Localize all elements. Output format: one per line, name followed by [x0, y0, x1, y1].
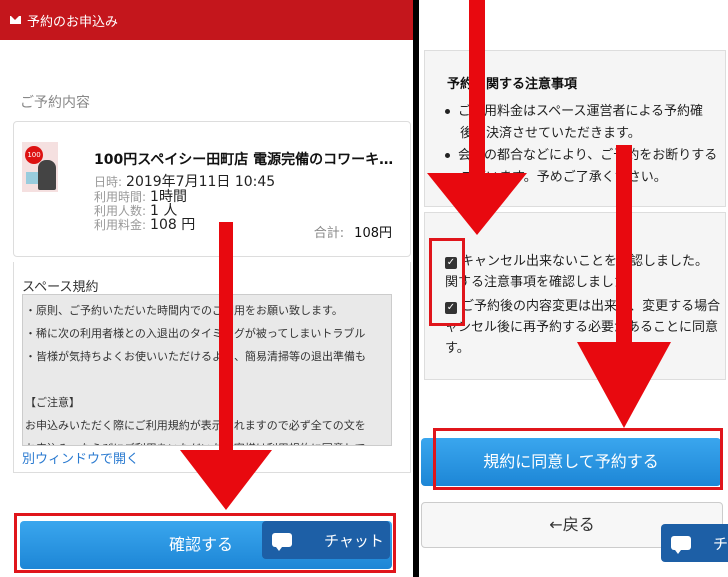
space-thumbnail[interactable]: 100 — [22, 142, 58, 192]
chat-bubble-icon — [671, 536, 691, 554]
agree-change-label: ご予約後の内容変更は出来ず、変更する場合 — [461, 299, 721, 314]
agree-cancel-label: キャンセル出来ないことを確認しました。 — [461, 254, 709, 269]
envelope-icon — [10, 16, 21, 24]
chat-button[interactable]: チ — [661, 524, 728, 562]
fee-label: 利用料金: — [94, 218, 147, 232]
open-new-window-link[interactable]: 別ウィンドウで開く — [22, 448, 139, 467]
reservation-card: 100 100円スペイシー田町店 電源完備のコワーキ… 日時: 2019年7月11… — [13, 121, 411, 257]
annotation-arrow-head — [427, 173, 527, 235]
thumbnail-person — [38, 160, 56, 190]
space-rules-section: スペース規約 ・原則、ご予約いただいた時間内でのご利用をお願い致します。 ・稀に… — [13, 262, 411, 473]
agreement-section: ✓ キャンセル出来ないことを確認しました。 関する注意事項を確認しました。 ✓ … — [424, 212, 726, 380]
left-screen: 予約のお申込み ご予約内容 100 100円スペイシー田町店 電源完備のコワーキ… — [0, 0, 413, 577]
annotation-box-reserve — [433, 428, 723, 490]
total-row: 合計: 108円 — [314, 222, 392, 241]
annotation-box-checkboxes — [429, 238, 465, 326]
agree-cancel-label-cont: 関する注意事項を確認しました。 — [445, 275, 641, 290]
header-bar: 予約のお申込み — [0, 0, 413, 40]
bullet-icon — [445, 153, 450, 158]
rules-line: お申込み、ならびにご利用をいただいたお客様は利用規約に同意して — [25, 437, 391, 445]
note-text: ご利用料金はスペース運営者による予約確 — [458, 104, 704, 119]
rules-line: ・原則、ご予約いただいた時間内でのご利用をお願い致します。 — [25, 304, 343, 317]
total-label: 合計: — [313, 226, 345, 241]
rules-line: ・稀に次の利用者様との入退出のタイミングが被ってしまいトラブル — [25, 327, 366, 340]
rules-line: 【ご注意】 — [25, 396, 80, 409]
annotation-box-confirm — [14, 513, 396, 573]
bullet-icon — [445, 109, 450, 114]
note-text: 会場の都合などにより、ご予約をお断りする — [458, 148, 718, 163]
right-screen: 予約に関する注意事項 ご利用料金はスペース運営者による予約確 後、決済させていた… — [419, 0, 728, 577]
rules-title: スペース規約 — [22, 280, 99, 295]
agree-change-label-cont: ャンセル後に再予約する必要があることに同意 — [445, 320, 719, 335]
chat-label: チ — [713, 534, 728, 553]
note-item: 会場の都合などにより、ご予約をお断りする — [445, 145, 728, 166]
note-item: ご利用料金はスペース運営者による予約確 — [445, 101, 728, 122]
rules-line — [25, 368, 391, 391]
annotation-arrow-shaft — [616, 145, 632, 345]
total-value: 108円 — [354, 226, 392, 241]
shop-name[interactable]: 100円スペイシー田町店 電源完備のコワーキ… — [94, 149, 394, 169]
fee-value: 108 円 — [150, 217, 196, 233]
fee-row: 利用料金: 108 円 — [94, 214, 195, 234]
rules-text-box[interactable]: ・原則、ご予約いただいた時間内でのご利用をお願い致します。 ・稀に次の利用者様と… — [22, 294, 392, 446]
rules-line: ・皆様が気持ちよくお使いいただけるよう、簡易清掃等の退出準備も — [25, 350, 366, 363]
section-title: ご予約内容 — [20, 95, 90, 111]
notes-title: 予約に関する注意事項 — [447, 77, 578, 92]
rules-line: お申込みいただく際にご利用規約が表示されますので必ず全ての文を — [25, 419, 366, 432]
note-item-cont: 後、決済させていただきます。 — [460, 123, 728, 144]
back-button-label: ←戻る — [549, 515, 595, 534]
header-title: 予約のお申込み — [27, 14, 119, 30]
annotation-arrow-head — [180, 450, 272, 510]
note-text: 後、決済させていただきます。 — [460, 126, 641, 141]
annotation-arrow-head — [577, 342, 671, 428]
annotation-arrow-shaft — [219, 222, 233, 452]
annotation-arrow-shaft — [469, 0, 485, 175]
